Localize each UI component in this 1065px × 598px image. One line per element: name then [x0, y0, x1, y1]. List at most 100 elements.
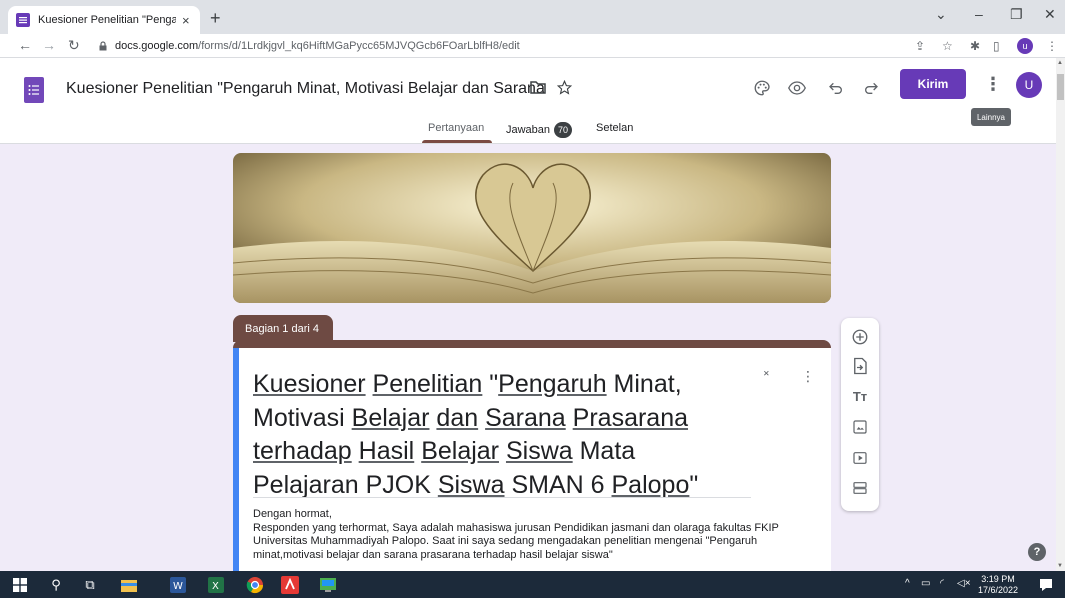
move-to-folder-icon[interactable] — [530, 80, 546, 94]
form-title-word: SMAN 6 — [504, 470, 612, 499]
excel-app-icon[interactable]: X — [206, 575, 226, 595]
browser-menu-icon[interactable]: ⋮ — [1046, 39, 1058, 53]
active-tab-indicator — [422, 140, 492, 143]
side-panel-icon[interactable]: ▯ — [993, 39, 1000, 53]
tab-settings[interactable]: Setelan — [596, 122, 633, 134]
form-title-word: Palopo — [611, 470, 690, 499]
form-title-word: Sarana — [485, 403, 566, 432]
more-options-icon[interactable]: ⋮ — [984, 74, 1002, 95]
url-input[interactable]: docs.google.com/forms/d/1Lrdkjgvl_kq6Hif… — [98, 36, 950, 56]
browser-profile-avatar[interactable]: u — [1017, 38, 1033, 54]
address-bar: ← → ↻ docs.google.com/forms/d/1Lrdkjgvl_… — [0, 34, 1065, 58]
add-video-icon[interactable] — [850, 448, 870, 468]
help-icon[interactable]: ? — [1028, 543, 1046, 561]
windows-start-icon[interactable] — [10, 575, 30, 595]
search-icon[interactable]: ⚲ — [46, 575, 66, 595]
scroll-thumb[interactable] — [1057, 74, 1064, 100]
tab-responses-label: Jawaban — [506, 123, 551, 136]
form-title-word: Hasil — [358, 437, 415, 465]
svg-text:X: X — [212, 581, 219, 592]
chrome-app-icon[interactable] — [245, 575, 265, 595]
pdf-app-icon[interactable] — [280, 575, 300, 595]
share-icon[interactable]: ⇪ — [915, 39, 925, 53]
battery-icon[interactable]: ▭ — [921, 578, 930, 589]
page-scrollbar[interactable]: ▲ ▼ — [1056, 58, 1065, 571]
taskbar-clock[interactable]: 3:19 PM 17/6/2022 — [978, 574, 1018, 596]
svg-text:W: W — [173, 581, 183, 592]
add-section-icon[interactable] — [850, 478, 870, 498]
windows-taskbar: ⚲ ⧉ W X ^ ▭ ◜ ◁× 3:19 PM 17/6/2022 — [0, 571, 1065, 598]
scroll-down-icon[interactable]: ▼ — [1057, 563, 1063, 569]
user-avatar[interactable]: U — [1016, 72, 1042, 98]
description-line: Universitas Muhammadiyah Palopo. Saat in… — [253, 535, 758, 547]
forms-favicon-icon — [16, 13, 30, 27]
send-button[interactable]: Kirim — [900, 69, 966, 99]
form-title-word: Belajar — [351, 403, 430, 432]
tab-responses[interactable]: Jawaban 70 — [506, 122, 573, 138]
volume-muted-icon[interactable]: ◁× — [957, 578, 971, 589]
customize-theme-icon[interactable] — [751, 77, 773, 99]
side-toolbar: Tт — [841, 318, 879, 511]
form-title-word: Belajar — [421, 437, 500, 465]
form-tabs: Pertanyaan Jawaban 70 Setelan — [0, 120, 1056, 144]
minimize-icon[interactable]: – — [975, 6, 983, 22]
responses-count-badge: 70 — [554, 122, 573, 138]
google-forms-logo-icon[interactable] — [24, 77, 44, 103]
tab-search-icon[interactable]: ⌄ — [935, 6, 947, 23]
scroll-up-icon[interactable]: ▲ — [1057, 60, 1063, 66]
clock-time: 3:19 PM — [981, 574, 1015, 584]
wifi-icon[interactable]: ◜ — [940, 578, 944, 589]
form-title-word: Prasarana — [572, 403, 689, 432]
form-title-word: Siswa — [437, 470, 505, 499]
section-label: Bagian 1 dari 4 — [233, 315, 333, 342]
form-description[interactable]: Dengan hormat, Responden yang terhormat, … — [253, 508, 823, 562]
add-title-description-icon[interactable]: Tт — [850, 386, 870, 406]
form-title-word — [352, 437, 359, 465]
form-title-word — [366, 370, 373, 398]
form-title-word: " — [689, 470, 699, 499]
file-explorer-icon[interactable] — [119, 575, 139, 595]
form-title-word: Kuesioner — [253, 370, 366, 398]
add-image-icon[interactable] — [850, 417, 870, 437]
star-icon[interactable] — [557, 80, 572, 95]
form-title-word — [566, 404, 573, 432]
form-title[interactable]: Kuesioner Penelitian "Pengaruh Minat, Mo… — [253, 368, 739, 502]
document-title[interactable]: Kuesioner Penelitian "Pengaruh Minat, Mo… — [66, 80, 544, 98]
undo-icon[interactable] — [825, 77, 847, 99]
title-underline — [253, 497, 751, 498]
redo-icon[interactable] — [860, 77, 882, 99]
task-view-icon[interactable]: ⧉ — [80, 575, 100, 595]
tray-chevron-icon[interactable]: ^ — [905, 578, 910, 589]
url-path: /forms/d/1Lrdkjgvl_kq6HiftMGaPycc65MJVQG… — [198, 40, 520, 52]
restore-icon[interactable]: ❐ — [1010, 6, 1023, 23]
new-tab-button[interactable]: + — [210, 8, 221, 29]
form-title-word: Penelitian — [372, 370, 483, 398]
browser-tab-strip: Kuesioner Penelitian "Pengaruh M × + ⌄ –… — [0, 0, 1065, 34]
browser-tab-title: Kuesioner Penelitian "Pengaruh M — [38, 14, 176, 26]
form-title-word: " — [482, 370, 499, 398]
back-icon[interactable]: ← — [18, 37, 32, 53]
description-line: minat,motivasi belajar dan sarana prasar… — [253, 548, 613, 561]
word-app-icon[interactable]: W — [168, 575, 188, 595]
preview-eye-icon[interactable] — [786, 77, 808, 99]
forms-header: Kuesioner Penelitian "Pengaruh Minat, Mo… — [0, 58, 1056, 144]
tab-questions[interactable]: Pertanyaan — [428, 122, 484, 134]
section-more-icon[interactable]: ⋮ — [801, 368, 815, 385]
extensions-icon[interactable]: ✱ — [970, 39, 980, 53]
form-title-card[interactable]: Kuesioner Penelitian "Pengaruh Minat, Mo… — [233, 348, 831, 571]
url-host: docs.google.com — [115, 40, 199, 52]
collapse-section-icon[interactable]: ˟ — [764, 368, 769, 384]
import-questions-icon[interactable] — [850, 356, 870, 376]
reload-icon[interactable]: ↻ — [68, 37, 80, 54]
close-tab-icon[interactable]: × — [182, 13, 190, 28]
bookmark-star-icon[interactable]: ☆ — [942, 39, 953, 53]
form-title-word: Minat, — [606, 370, 682, 398]
description-line: Responden yang terhormat, Saya adalah ma… — [253, 521, 779, 534]
browser-tab[interactable]: Kuesioner Penelitian "Pengaruh M × — [8, 6, 200, 34]
close-window-icon[interactable]: ✕ — [1044, 6, 1056, 23]
notifications-icon[interactable] — [1036, 575, 1056, 595]
add-question-icon[interactable] — [850, 327, 870, 347]
photos-app-icon[interactable] — [318, 575, 338, 595]
forward-icon[interactable]: → — [42, 37, 56, 53]
lock-icon — [99, 41, 107, 51]
